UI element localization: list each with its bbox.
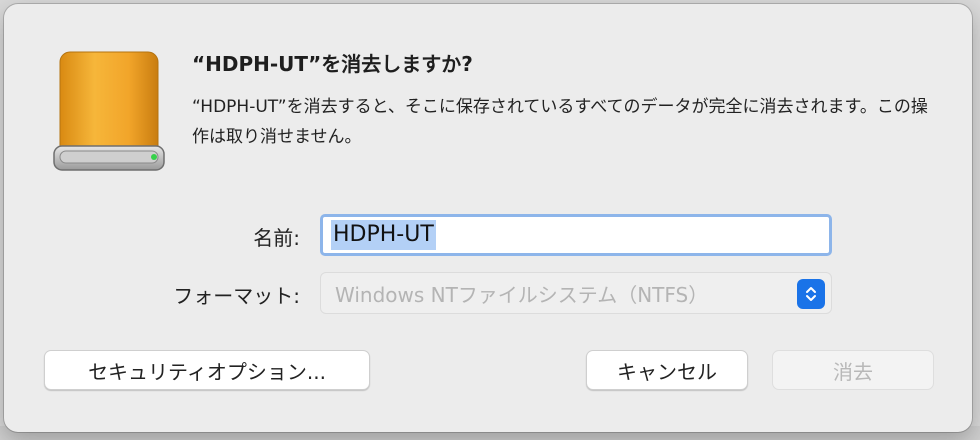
format-select-value: Windows NTファイルシステム（NTFS）	[335, 282, 709, 307]
chevron-updown-icon[interactable]	[797, 279, 825, 309]
name-label: 名前:	[253, 226, 300, 250]
name-input[interactable]: HDPH-UT	[320, 214, 832, 256]
format-label: フォーマット:	[173, 284, 300, 308]
erase-dialog: “HDPH-UT”を消去しますか? “HDPH-UT”を消去すると、そこに保存さ…	[4, 4, 972, 432]
erase-button[interactable]: 消去	[772, 350, 934, 390]
dialog-title: “HDPH-UT”を消去しますか?	[192, 52, 473, 76]
format-select[interactable]: Windows NTファイルシステム（NTFS）	[320, 272, 832, 314]
dialog-message: “HDPH-UT”を消去すると、そこに保存されているすべてのデータが完全に消去さ…	[192, 97, 928, 147]
external-drive-icon	[53, 51, 165, 171]
name-input-value[interactable]: HDPH-UT	[331, 220, 436, 250]
cancel-button[interactable]: キャンセル	[586, 350, 748, 390]
security-options-button[interactable]: セキュリティオプション...	[44, 350, 370, 390]
